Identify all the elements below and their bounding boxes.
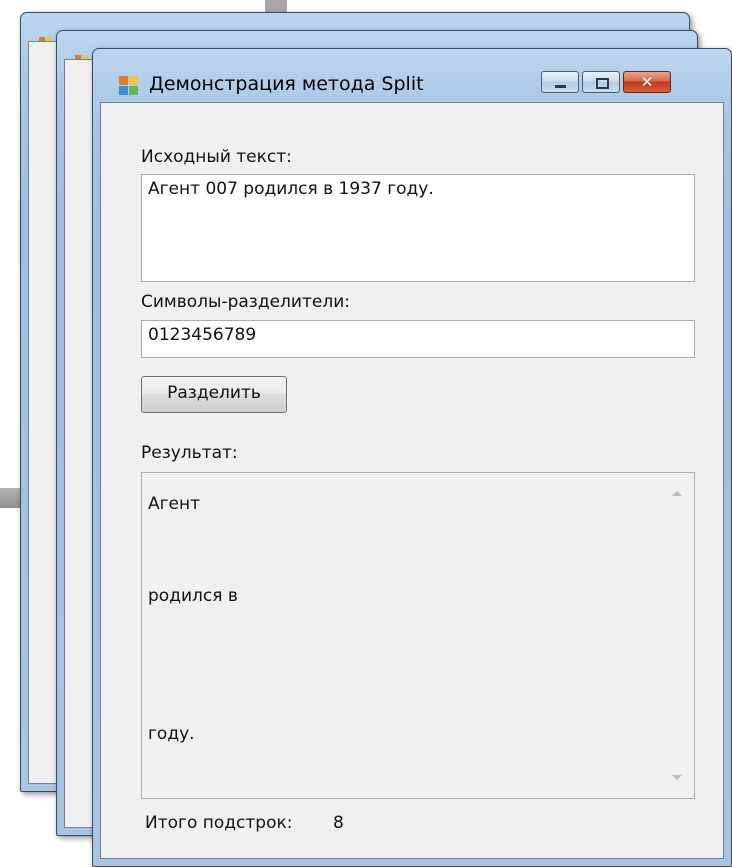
close-icon: ✕ <box>640 73 654 91</box>
result-line: родился в <box>148 586 238 606</box>
result-list[interactable]: Агент родился в году. <box>141 472 695 799</box>
split-button[interactable]: Разделить <box>141 376 287 413</box>
maximize-icon <box>596 78 609 89</box>
minimize-icon <box>555 85 566 88</box>
minimize-button[interactable] <box>541 71 579 93</box>
separators-label: Символы-разделители: <box>141 292 350 312</box>
result-line <box>148 527 654 573</box>
result-scrollbar[interactable] <box>660 473 694 798</box>
close-button[interactable]: ✕ <box>623 71 671 93</box>
main-window: Демонстрация метода Split ✕ Исходный тек… <box>92 48 732 867</box>
result-line: году. <box>148 724 195 744</box>
scroll-down-icon[interactable] <box>672 775 682 780</box>
result-line <box>148 665 654 711</box>
result-label: Результат: <box>141 443 238 463</box>
window-title: Демонстрация метода Split <box>149 73 424 95</box>
app-icon <box>119 76 139 96</box>
window-client-area: Исходный текст: Агент 007 родился в 1937… <box>100 102 724 859</box>
result-lines: Агент родился в году. <box>148 481 654 757</box>
result-line <box>148 619 654 665</box>
separators-input[interactable]: 0123456789 <box>141 320 695 358</box>
total-value: 8 <box>333 813 344 833</box>
result-line: Агент <box>148 494 201 514</box>
total-label: Итого подстрок: <box>145 813 293 833</box>
maximize-button[interactable] <box>582 71 620 93</box>
source-text-input[interactable]: Агент 007 родился в 1937 году. <box>141 174 695 282</box>
scroll-up-icon[interactable] <box>672 491 682 496</box>
source-text-label: Исходный текст: <box>141 147 292 167</box>
